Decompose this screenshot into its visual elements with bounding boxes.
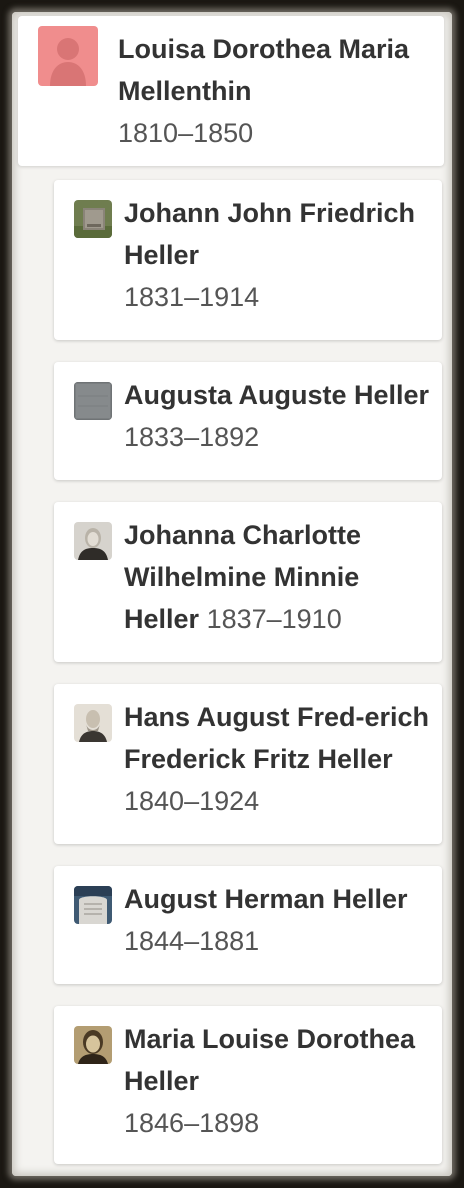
child-card[interactable]: Johann John Friedrich Heller 1831–1914 [54,180,442,340]
child-card[interactable]: August Herman Heller 1844–1881 [54,866,442,984]
child-card[interactable]: Augusta Auguste Heller 1833–1892 [54,362,442,480]
child-dates: 1837–1910 [206,604,342,634]
child-name-block: Maria Louise Dorothea Heller 1846–1898 [124,1018,434,1144]
female-silhouette-icon [38,26,98,86]
child-name-block: Hans August Fred-erich Frederick Fritz H… [124,696,434,822]
child-name: Augusta Auguste Heller [124,380,430,410]
family-panel: Louisa Dorothea Maria Mellenthin 1810–18… [12,12,452,1176]
child-name-block: Johann John Friedrich Heller 1831–1914 [124,192,434,318]
man-portrait-photo-icon [74,704,112,742]
woman-portrait-sepia-photo-icon [74,1026,112,1064]
parent-dates: 1810–1850 [118,118,254,148]
woman-portrait-photo-icon [74,522,112,560]
child-name-block: August Herman Heller 1844–1881 [124,878,434,962]
child-dates: 1840–1924 [124,786,260,816]
gray-stone-photo-icon [74,382,112,420]
child-card[interactable]: Maria Louise Dorothea Heller 1846–1898 [54,1006,442,1164]
parent-name-block: Louisa Dorothea Maria Mellenthin 1810–18… [118,28,434,154]
child-name: August Herman Heller [124,884,408,914]
child-name: Maria Louise Dorothea Heller [124,1024,416,1096]
child-name: Johann John Friedrich Heller [124,198,416,270]
parent-name: Louisa Dorothea Maria Mellenthin [118,34,410,106]
child-name-block: Augusta Auguste Heller 1833–1892 [124,374,434,458]
child-card[interactable]: Johanna Charlotte Wilhelmine Minnie Hell… [54,502,442,662]
child-card[interactable]: Hans August Fred-erich Frederick Fritz H… [54,684,442,844]
gravestone-photo-icon [74,200,112,238]
child-dates: 1831–1914 [124,282,260,312]
child-name: Hans August Fred-erich Frederick Fritz H… [124,702,430,774]
headstone-photo-icon [74,886,112,924]
child-dates: 1844–1881 [124,926,260,956]
parent-card[interactable]: Louisa Dorothea Maria Mellenthin 1810–18… [18,16,444,166]
child-name-block: Johanna Charlotte Wilhelmine Minnie Hell… [124,514,434,640]
child-dates: 1833–1892 [124,422,260,452]
vignette-frame: Louisa Dorothea Maria Mellenthin 1810–18… [0,0,464,1188]
child-dates: 1846–1898 [124,1108,260,1138]
